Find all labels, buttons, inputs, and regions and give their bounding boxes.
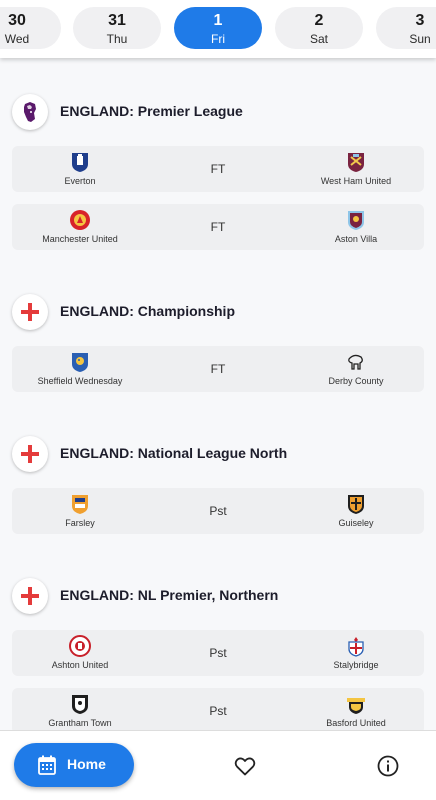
away-team-name: Guiseley: [338, 518, 374, 528]
date-day: Fri: [211, 32, 225, 46]
match-status: Pst: [209, 504, 227, 518]
date-strip: 30 Wed 31 Thu 1 Fri 2 Sat 3 Sun: [0, 0, 436, 58]
home-team-name: Sheffield Wednesday: [37, 376, 123, 386]
match-row-grantham-basford[interactable]: Grantham Town Pst Basford United: [12, 688, 424, 730]
match-status: Pst: [209, 646, 227, 660]
away-team-name: West Ham United: [320, 176, 392, 186]
ashton-united-crest-icon: [69, 635, 91, 657]
date-number: 1: [213, 12, 223, 29]
league-name: ENGLAND: NL Premier, Northern: [60, 587, 279, 603]
home-team-name: Everton: [64, 176, 96, 186]
away-team: Guiseley: [288, 493, 424, 528]
league-name: ENGLAND: Championship: [60, 303, 235, 319]
away-team-name: Derby County: [328, 376, 384, 386]
away-team-name: Stalybridge: [333, 660, 379, 670]
match-row-farsley-guiseley[interactable]: Farsley Pst Guiseley: [12, 488, 424, 534]
sheffield-wednesday-crest-icon: [72, 353, 88, 372]
home-team-name: Grantham Town: [48, 718, 112, 728]
home-team-name: Manchester United: [42, 234, 118, 244]
date-pill-fri-selected[interactable]: 1 Fri: [174, 7, 262, 49]
home-team-name: Ashton United: [51, 660, 109, 670]
date-pill-sun[interactable]: 3 Sun: [376, 7, 436, 49]
basford-united-crest-icon: [347, 698, 365, 714]
match-row-sheffield-derby[interactable]: Sheffield Wednesday FT Derby County: [12, 346, 424, 392]
home-team: Sheffield Wednesday: [12, 351, 148, 386]
fixtures-list[interactable]: ENGLAND: Premier League Everton FT West …: [0, 58, 436, 730]
match-status: FT: [210, 220, 226, 234]
date-day: Sat: [309, 32, 328, 46]
date-day: Wed: [4, 32, 30, 46]
league-header-national-league-north[interactable]: ENGLAND: National League North: [12, 436, 424, 472]
england-flag-icon: [12, 578, 48, 614]
stalybridge-crest-icon: [348, 637, 364, 657]
heart-icon[interactable]: [233, 754, 257, 778]
grantham-town-crest-icon: [72, 695, 88, 714]
derby-county-crest-icon: [348, 354, 363, 370]
guiseley-crest-icon: [348, 495, 364, 514]
home-team: Everton: [12, 151, 148, 186]
date-pill-sat[interactable]: 2 Sat: [275, 7, 363, 49]
date-day: Thu: [106, 32, 128, 46]
info-icon[interactable]: [376, 754, 400, 778]
league-name: ENGLAND: National League North: [60, 445, 288, 461]
match-row-ashton-stalybridge[interactable]: Ashton United Pst Stalybridge: [12, 630, 424, 676]
away-team: Derby County: [288, 351, 424, 386]
west-ham-crest-icon: [348, 153, 364, 172]
date-number: 2: [314, 12, 324, 29]
date-number: 31: [108, 12, 126, 29]
date-pill-wed[interactable]: 30 Wed: [0, 7, 61, 49]
away-team: Stalybridge: [288, 635, 424, 670]
aston-villa-crest-icon: [348, 211, 364, 230]
league-header-championship[interactable]: ENGLAND: Championship: [12, 294, 424, 330]
england-flag-icon: [12, 436, 48, 472]
home-team: Farsley: [12, 493, 148, 528]
date-number: 30: [8, 12, 26, 29]
match-row-man-utd-aston-villa[interactable]: Manchester United FT Aston Villa: [12, 204, 424, 250]
man-united-crest-icon: [70, 210, 90, 230]
everton-crest-icon: [72, 153, 88, 172]
premier-league-lion-icon: [12, 94, 48, 130]
home-team: Ashton United: [12, 635, 148, 670]
farsley-crest-icon: [72, 495, 88, 514]
league-header-premier-league[interactable]: ENGLAND: Premier League: [12, 94, 424, 130]
match-status: FT: [210, 162, 226, 176]
home-button[interactable]: Home: [14, 743, 134, 787]
home-button-label: Home: [67, 756, 106, 772]
away-team: West Ham United: [288, 151, 424, 186]
away-team: Aston Villa: [288, 209, 424, 244]
league-name: ENGLAND: Premier League: [60, 103, 243, 119]
calendar-icon: [38, 755, 56, 775]
home-team: Manchester United: [12, 209, 148, 244]
bottom-navigation: Home: [0, 730, 436, 800]
home-team: Grantham Town: [12, 693, 148, 728]
away-team: Basford United: [288, 693, 424, 728]
date-day: Sun: [409, 32, 431, 46]
england-flag-icon: [12, 294, 48, 330]
away-team-name: Aston Villa: [334, 234, 378, 244]
league-header-nl-premier-northern[interactable]: ENGLAND: NL Premier, Northern: [12, 578, 424, 614]
match-row-everton-west-ham[interactable]: Everton FT West Ham United: [12, 146, 424, 192]
date-number: 3: [415, 12, 425, 29]
home-team-name: Farsley: [65, 518, 95, 528]
away-team-name: Basford United: [326, 718, 386, 728]
match-status: FT: [210, 362, 226, 376]
date-pill-thu[interactable]: 31 Thu: [73, 7, 161, 49]
match-status: Pst: [209, 704, 227, 718]
